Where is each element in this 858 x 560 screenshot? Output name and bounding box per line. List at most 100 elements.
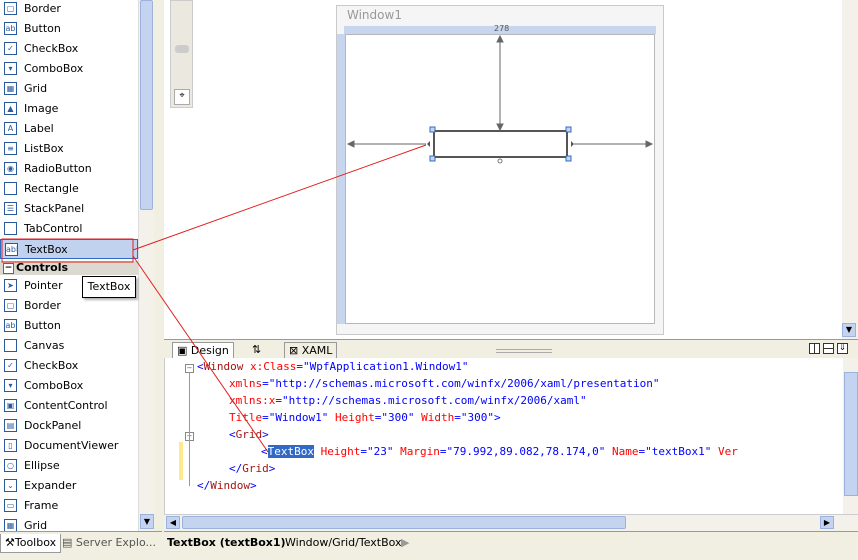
xaml-hscroll-thumb[interactable]: [182, 516, 626, 529]
zoom-slider-handle[interactable]: [175, 45, 189, 53]
code-line-6[interactable]: <TextBox Height="23" Margin="79.992,89.0…: [261, 443, 738, 460]
toolbox-item-checkbox[interactable]: ✓ CheckBox: [0, 356, 138, 376]
collapse-icon[interactable]: −: [3, 263, 14, 274]
toolbox-item-radiobutton[interactable]: ◉ RadioButton: [0, 159, 138, 179]
code-line-7[interactable]: </Grid>: [229, 460, 275, 477]
collapse-pane-icon[interactable]: ⇓: [837, 343, 848, 354]
left-grid-rail[interactable]: [337, 34, 345, 324]
tab-xaml[interactable]: ⊠ XAML: [284, 342, 338, 359]
top-grid-rail[interactable]: 278: [344, 24, 656, 34]
expander-icon: ⌄: [4, 479, 17, 492]
toolbox-item-border[interactable]: ▢ Border: [0, 0, 138, 19]
toolbox-item-checkbox[interactable]: ✓ CheckBox: [0, 39, 138, 59]
label-icon: A: [4, 122, 17, 135]
toolbox-item-label: ComboBox: [24, 379, 84, 392]
toolbox-item-listbox[interactable]: ≡ ListBox: [0, 139, 138, 159]
designer-scrollbar[interactable]: ▼: [842, 0, 858, 339]
dockpanel-icon: ▤: [4, 419, 17, 432]
vertical-split-icon[interactable]: [809, 343, 820, 354]
breadcrumb-arrow-icon[interactable]: ▶: [401, 532, 409, 554]
toolbox-item-textbox[interactable]: abl TextBox: [0, 239, 138, 259]
selected-textbox-tag: TextBox: [267, 445, 314, 458]
toolbox-item-button[interactable]: ab Button: [0, 316, 138, 336]
toolbox-category-controls[interactable]: − Controls: [0, 261, 138, 275]
designer-zoom-strip[interactable]: ⌖: [170, 0, 193, 108]
xaml-vscroll-thumb[interactable]: [844, 372, 858, 496]
toolbox-item-label: DockPanel: [24, 419, 82, 432]
toolbox-item-button[interactable]: ab Button: [0, 19, 138, 39]
xaml-horizontal-scrollbar[interactable]: ◀ ▶: [164, 514, 858, 531]
tab-server-explorer[interactable]: ▤ Server Explo...: [58, 534, 160, 552]
toolbox-tab-icon: ⚒: [5, 536, 15, 549]
tab-toolbox[interactable]: ⚒Toolbox: [0, 534, 62, 553]
xaml-vertical-scrollbar[interactable]: [843, 358, 858, 514]
code-line-5[interactable]: <Grid>: [229, 426, 269, 443]
toolbox-scrollbar[interactable]: ▼: [138, 0, 154, 531]
tab-server-label: Server Explo...: [75, 536, 156, 549]
documentviewer-icon: ▯: [4, 439, 17, 452]
toolbox-item-stackpanel[interactable]: ☰ StackPanel: [0, 199, 138, 219]
code-line-3[interactable]: xmlns:x="http://schemas.microsoft.com/wi…: [229, 392, 587, 409]
toolbox-item-label: Grid: [24, 519, 48, 531]
image-icon: ▲: [4, 102, 17, 115]
swap-panes-icon[interactable]: ⇅: [248, 342, 265, 358]
contentcontrol-icon: ▣: [4, 399, 17, 412]
toolbox-item-combobox[interactable]: ▾ ComboBox: [0, 376, 138, 396]
selected-element-label[interactable]: TextBox (textBox1): [167, 532, 286, 554]
toolbox-item-label: TabControl: [24, 222, 83, 235]
window-designer-frame[interactable]: Window1 278: [336, 5, 664, 335]
toolbox-item-dockpanel[interactable]: ▤ DockPanel: [0, 416, 138, 436]
editor-gutter: [165, 358, 183, 514]
toolbox-item-documentviewer[interactable]: ▯ DocumentViewer: [0, 436, 138, 456]
code-line-2[interactable]: xmlns="http://schemas.microsoft.com/winf…: [229, 375, 660, 392]
window-client-area[interactable]: [345, 34, 655, 324]
toolbox-item-frame[interactable]: ▭ Frame: [0, 496, 138, 516]
toolbox-item-rectangle[interactable]: Rectangle: [0, 179, 138, 199]
toolbox-item-label: CheckBox: [24, 359, 79, 372]
tab-design[interactable]: ▣ Design: [172, 342, 234, 359]
stackpanel-icon: ☰: [4, 202, 17, 215]
toolbox-item-image[interactable]: ▲ Image: [0, 99, 138, 119]
toolbox-item-canvas[interactable]: Canvas: [0, 336, 138, 356]
toolbox-item-tabcontrol[interactable]: TabControl: [0, 219, 138, 239]
textbox-tooltip: TextBox: [82, 276, 136, 298]
combobox-icon: ▾: [4, 62, 17, 75]
toolbox-item-label: Image: [24, 102, 59, 115]
toolbox-item-label[interactable]: A Label: [0, 119, 138, 139]
horizontal-split-icon[interactable]: [823, 343, 834, 354]
toolbox-item-label: Button: [24, 319, 61, 332]
toolbox-item-ellipse[interactable]: ○ Ellipse: [0, 456, 138, 476]
code-line-8[interactable]: </Window>: [197, 477, 257, 494]
scroll-left-arrow-icon[interactable]: ◀: [166, 516, 180, 529]
code-line-1[interactable]: <Window x:Class="WpfApplication1.Window1…: [197, 358, 469, 375]
rectangle-icon: [4, 182, 17, 195]
toolbox-item-label: Frame: [24, 499, 59, 512]
toolbox-item-combobox[interactable]: ▾ ComboBox: [0, 59, 138, 79]
listbox-icon: ≡: [4, 142, 17, 155]
fit-to-window-icon[interactable]: ⌖: [174, 89, 190, 105]
toolbox-item-label: TextBox: [25, 243, 68, 256]
ellipse-icon: ○: [4, 459, 17, 472]
xaml-editor[interactable]: − − <Window x:Class="WpfApplication1.Win…: [164, 358, 858, 514]
fold-line: [189, 372, 190, 486]
scroll-down-arrow-icon[interactable]: ▼: [140, 514, 154, 529]
toolbox-item-grid[interactable]: ▦ Grid: [0, 516, 138, 531]
scroll-right-arrow-icon[interactable]: ▶: [820, 516, 834, 529]
toolbox-item-label: Rectangle: [24, 182, 79, 195]
toolbox-item-contentcontrol[interactable]: ▣ ContentControl: [0, 396, 138, 416]
splitter-grip[interactable]: [496, 349, 552, 353]
checkbox-icon: ✓: [4, 359, 17, 372]
toolbox-item-border[interactable]: ▢ Border: [0, 296, 138, 316]
toolbox-item-label: Border: [24, 2, 61, 15]
toolbox-scroll-thumb[interactable]: [140, 0, 153, 210]
toolbox-item-grid[interactable]: ▦ Grid: [0, 79, 138, 99]
scroll-down-arrow-icon[interactable]: ▼: [842, 323, 856, 337]
toolbox-item-label: Button: [24, 22, 61, 35]
toolbox-item-label: Pointer: [24, 279, 63, 292]
toolbox-item-label: ContentControl: [24, 399, 108, 412]
element-path-breadcrumb[interactable]: Window/Grid/TextBox: [285, 532, 402, 554]
code-line-4[interactable]: Title="Window1" Height="300" Width="300"…: [229, 409, 501, 426]
toolbox-tab-strip: ⚒Toolbox ▤ Server Explo...: [0, 531, 162, 560]
toolbox-item-expander[interactable]: ⌄ Expander: [0, 476, 138, 496]
design-surface[interactable]: ⌖ Window1 278 ▼: [164, 0, 858, 339]
